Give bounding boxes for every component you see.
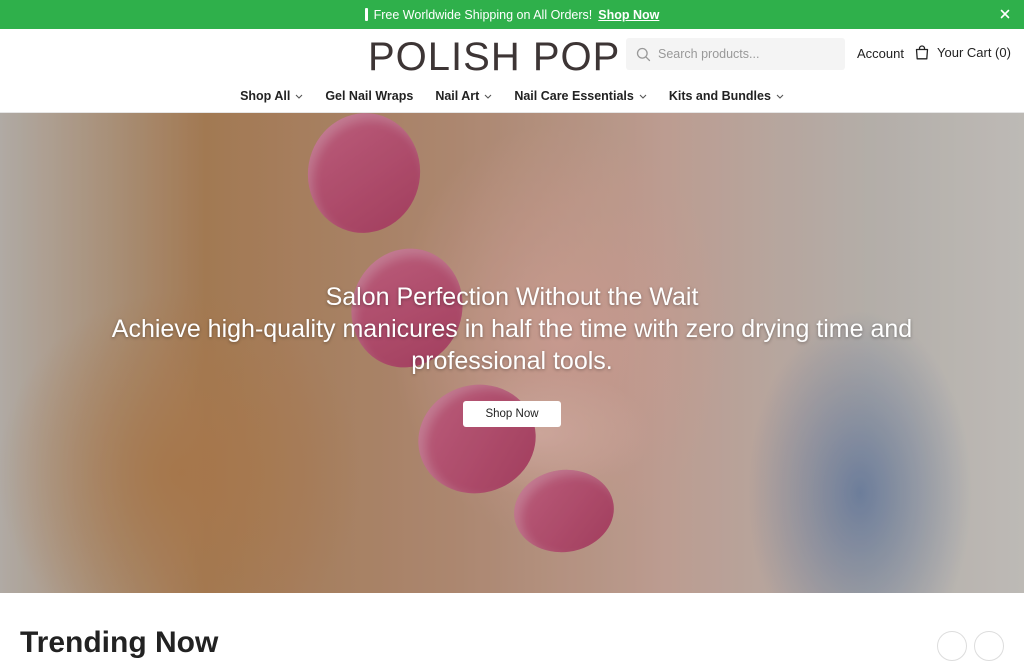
chevron-down-icon bbox=[295, 94, 303, 99]
nav-item-nail-care-essentials[interactable]: Nail Care Essentials bbox=[514, 89, 647, 103]
site-logo[interactable]: POLISH POP bbox=[368, 35, 626, 80]
site-header: POLISH POP Account Your Cart (0) Shop Al… bbox=[0, 29, 1024, 113]
nav-item-gel-nail-wraps[interactable]: Gel Nail Wraps bbox=[325, 89, 413, 103]
shopping-bag-icon bbox=[915, 45, 929, 60]
main-nav: Shop All Gel Nail Wraps Nail Art Nail Ca… bbox=[0, 85, 1024, 107]
search-input[interactable] bbox=[658, 47, 828, 61]
nav-item-label: Shop All bbox=[240, 89, 291, 103]
search-icon bbox=[636, 47, 651, 61]
nav-item-kits-and-bundles[interactable]: Kits and Bundles bbox=[669, 89, 784, 103]
hero-title: Salon Perfection Without the Wait bbox=[325, 283, 699, 311]
hero-shop-now-button[interactable]: Shop Now bbox=[463, 401, 561, 427]
announcement-text: Free Worldwide Shipping on All Orders! bbox=[373, 7, 593, 22]
chevron-down-icon bbox=[484, 94, 492, 99]
section-title: Trending Now bbox=[20, 626, 219, 659]
hero-subtitle: Achieve high-quality manicures in half t… bbox=[111, 315, 913, 375]
search-box[interactable] bbox=[626, 38, 845, 70]
cart-label: Your Cart (0) bbox=[937, 45, 1011, 60]
nav-item-label: Nail Art bbox=[435, 89, 480, 103]
account-link[interactable]: Account bbox=[857, 46, 904, 61]
announcement-shop-now-link[interactable]: Shop Now bbox=[598, 8, 659, 22]
chevron-down-icon bbox=[639, 94, 647, 99]
announcement-icon bbox=[364, 8, 368, 21]
carousel-prev-button[interactable] bbox=[937, 631, 967, 661]
hero-content: Salon Perfection Without the Wait Achiev… bbox=[0, 281, 1024, 427]
announcement-bar: Free Worldwide Shipping on All Orders! S… bbox=[0, 0, 1024, 29]
carousel-next-button[interactable] bbox=[974, 631, 1004, 661]
chevron-down-icon bbox=[776, 94, 784, 99]
close-icon[interactable] bbox=[998, 7, 1012, 21]
nav-item-nail-art[interactable]: Nail Art bbox=[435, 89, 492, 103]
hero-banner: Salon Perfection Without the Wait Achiev… bbox=[0, 113, 1024, 593]
nav-item-label: Nail Care Essentials bbox=[514, 89, 634, 103]
nav-item-shop-all[interactable]: Shop All bbox=[240, 89, 303, 103]
nav-item-label: Gel Nail Wraps bbox=[325, 89, 414, 103]
cart-link[interactable]: Your Cart (0) bbox=[915, 45, 1011, 60]
nav-item-label: Kits and Bundles bbox=[668, 89, 771, 103]
